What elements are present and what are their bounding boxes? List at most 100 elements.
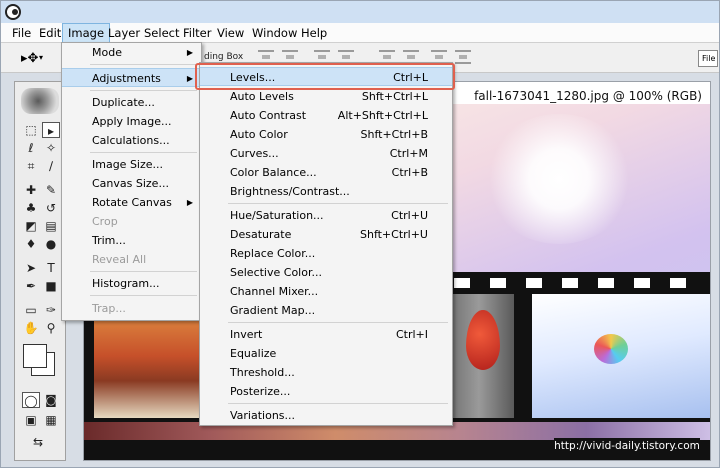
submenu-arrow-icon: ▶ bbox=[186, 198, 193, 207]
menu-item-channel-mixer[interactable]: Channel Mixer... bbox=[200, 282, 452, 301]
menu-separator bbox=[228, 203, 448, 204]
dodge-tool-icon[interactable]: ● bbox=[42, 236, 60, 252]
fullscreen-mode-icon[interactable]: ▦ bbox=[42, 412, 60, 428]
menu-item-shortcut: Ctrl+B bbox=[391, 166, 428, 179]
menu-help[interactable]: Help bbox=[296, 23, 332, 43]
menu-item-shortcut: Ctrl+M bbox=[389, 147, 428, 160]
menu-item-crop: Crop bbox=[92, 215, 118, 228]
quick-mask-icon[interactable]: ◙ bbox=[42, 392, 60, 408]
levels-annotation-box bbox=[195, 63, 455, 90]
menu-item-adjustments[interactable]: Adjustments ▶ bbox=[62, 68, 201, 87]
menu-item-label: Color Balance... bbox=[230, 166, 317, 179]
menu-file[interactable]: File bbox=[7, 23, 36, 43]
menu-item-threshold[interactable]: Threshold... bbox=[200, 363, 452, 382]
menu-item-canvas-size[interactable]: Canvas Size... bbox=[62, 174, 201, 193]
menu-item-shortcut: Shft+Ctrl+B bbox=[360, 128, 429, 141]
menu-filter[interactable]: Filter bbox=[178, 23, 216, 43]
lasso-tool-icon[interactable]: ℓ bbox=[22, 140, 40, 156]
gradient-tool-icon[interactable]: ▤ bbox=[42, 218, 60, 234]
menu-item-label: Replace Color... bbox=[230, 247, 316, 260]
menu-separator bbox=[90, 64, 197, 65]
distribute-left-icon[interactable] bbox=[455, 50, 471, 64]
jump-to-imageready-icon[interactable]: ⇆ bbox=[29, 434, 47, 450]
menu-item-variations[interactable]: Variations... bbox=[200, 406, 452, 425]
tool-preset-dropdown-icon[interactable]: ▾ bbox=[39, 53, 43, 62]
file-browser-button[interactable]: File bbox=[698, 50, 718, 67]
menu-item-shortcut: Ctrl+I bbox=[395, 328, 428, 341]
notes-tool-icon[interactable]: ▭ bbox=[22, 302, 40, 318]
menu-item-label: Gradient Map... bbox=[230, 304, 316, 317]
menu-item-label: Invert bbox=[230, 328, 263, 341]
colorful-leaves bbox=[594, 334, 628, 364]
menu-item-curves[interactable]: Curves... Ctrl+M bbox=[200, 144, 452, 163]
path-selection-icon[interactable]: ➤ bbox=[22, 260, 40, 276]
menu-item-image-size[interactable]: Image Size... bbox=[62, 155, 201, 174]
standard-mode-icon[interactable]: ◯ bbox=[22, 392, 40, 408]
crop-tool-icon[interactable]: ⌗ bbox=[22, 158, 40, 174]
menu-item-label: Channel Mixer... bbox=[230, 285, 319, 298]
slice-tool-icon[interactable]: ∕ bbox=[42, 158, 60, 174]
menu-item-posterize[interactable]: Posterize... bbox=[200, 382, 452, 401]
menu-item-trim[interactable]: Trim... bbox=[62, 231, 201, 250]
menu-item-label: Hue/Saturation... bbox=[230, 209, 324, 222]
menu-item-auto-contrast[interactable]: Auto Contrast Alt+Shft+Ctrl+L bbox=[200, 106, 452, 125]
menu-separator bbox=[90, 90, 197, 91]
marquee-tool-icon[interactable]: ⬚ bbox=[22, 122, 40, 138]
menu-item-hue-saturation[interactable]: Hue/Saturation... Ctrl+U bbox=[200, 206, 452, 225]
type-tool-icon[interactable]: T bbox=[42, 260, 60, 276]
canvas-sun-glow bbox=[484, 114, 634, 244]
menu-item-color-balance[interactable]: Color Balance... Ctrl+B bbox=[200, 163, 452, 182]
submenu-arrow-icon: ▶ bbox=[186, 48, 193, 57]
menu-item-gradient-map[interactable]: Gradient Map... bbox=[200, 301, 452, 320]
magic-wand-tool-icon[interactable]: ✧ bbox=[42, 140, 60, 156]
eyedropper-tool-icon[interactable]: ✑ bbox=[42, 302, 60, 318]
menu-item-apply-image[interactable]: Apply Image... bbox=[62, 112, 201, 131]
app-logo-icon[interactable] bbox=[5, 4, 21, 20]
menu-separator bbox=[90, 271, 197, 272]
menu-item-shortcut: Shft+Ctrl+U bbox=[359, 228, 428, 241]
menu-item-selective-color[interactable]: Selective Color... bbox=[200, 263, 452, 282]
menu-item-label: Auto Contrast bbox=[230, 109, 307, 122]
healing-brush-icon[interactable]: ✚ bbox=[22, 182, 40, 198]
menu-item-duplicate[interactable]: Duplicate... bbox=[62, 93, 201, 112]
menu-item-shortcut: Ctrl+U bbox=[391, 209, 428, 222]
hand-tool-icon[interactable]: ✋ bbox=[22, 320, 40, 336]
clone-stamp-icon[interactable]: ♣ bbox=[22, 200, 40, 216]
menu-separator bbox=[90, 152, 197, 153]
menu-item-mode[interactable]: Mode ▶ bbox=[62, 43, 201, 62]
menu-item-replace-color[interactable]: Replace Color... bbox=[200, 244, 452, 263]
eraser-tool-icon[interactable]: ◩ bbox=[22, 218, 40, 234]
eye-logo-icon[interactable] bbox=[21, 88, 59, 114]
submenu-arrow-icon: ▶ bbox=[186, 74, 193, 83]
menu-item-label: Adjustments bbox=[92, 72, 161, 85]
menu-item-invert[interactable]: Invert Ctrl+I bbox=[200, 325, 452, 344]
history-brush-icon[interactable]: ↺ bbox=[42, 200, 60, 216]
menu-item-calculations[interactable]: Calculations... bbox=[62, 131, 201, 150]
watermark-url: http://vivid-daily.tistory.com bbox=[554, 438, 700, 454]
document-title: fall-1673041_1280.jpg @ 100% (RGB) bbox=[474, 89, 702, 103]
menu-item-equalize[interactable]: Equalize bbox=[200, 344, 452, 363]
menu-item-auto-color[interactable]: Auto Color Shft+Ctrl+B bbox=[200, 125, 452, 144]
menu-item-rotate-canvas[interactable]: Rotate Canvas ▶ bbox=[62, 193, 201, 212]
screen-mode-icon[interactable]: ▣ bbox=[22, 412, 40, 428]
move-tool-icon[interactable]: ▸ bbox=[42, 122, 60, 138]
adjustments-submenu: Levels... Ctrl+L Auto Levels Shft+Ctrl+L A… bbox=[199, 62, 453, 426]
foreground-color-swatch[interactable] bbox=[23, 344, 47, 368]
pen-tool-icon[interactable]: ✒ bbox=[22, 278, 40, 294]
menu-item-desaturate[interactable]: Desaturate Shft+Ctrl+U bbox=[200, 225, 452, 244]
menu-item-label: Auto Color bbox=[230, 128, 288, 141]
menu-item-label: Desaturate bbox=[230, 228, 292, 241]
brush-tool-icon[interactable]: ✎ bbox=[42, 182, 60, 198]
menu-item-label: Equalize bbox=[230, 347, 277, 360]
menu-view[interactable]: View bbox=[212, 23, 249, 43]
shape-tool-icon[interactable]: ■ bbox=[42, 278, 60, 294]
menu-item-brightness-contrast[interactable]: Brightness/Contrast... bbox=[200, 182, 452, 201]
menu-item-label: Variations... bbox=[230, 409, 296, 422]
menu-item-shortcut: Alt+Shft+Ctrl+L bbox=[337, 109, 428, 122]
move-tool-icon[interactable]: ▸✥ bbox=[21, 51, 38, 66]
zoom-tool-icon[interactable]: ⚲ bbox=[42, 320, 60, 336]
blur-tool-icon[interactable]: ♦ bbox=[22, 236, 40, 252]
menu-window[interactable]: Window bbox=[247, 23, 302, 43]
menu-bar: File Edit Image Layer Select Filter View… bbox=[1, 23, 719, 43]
menu-item-histogram[interactable]: Histogram... bbox=[62, 274, 201, 293]
